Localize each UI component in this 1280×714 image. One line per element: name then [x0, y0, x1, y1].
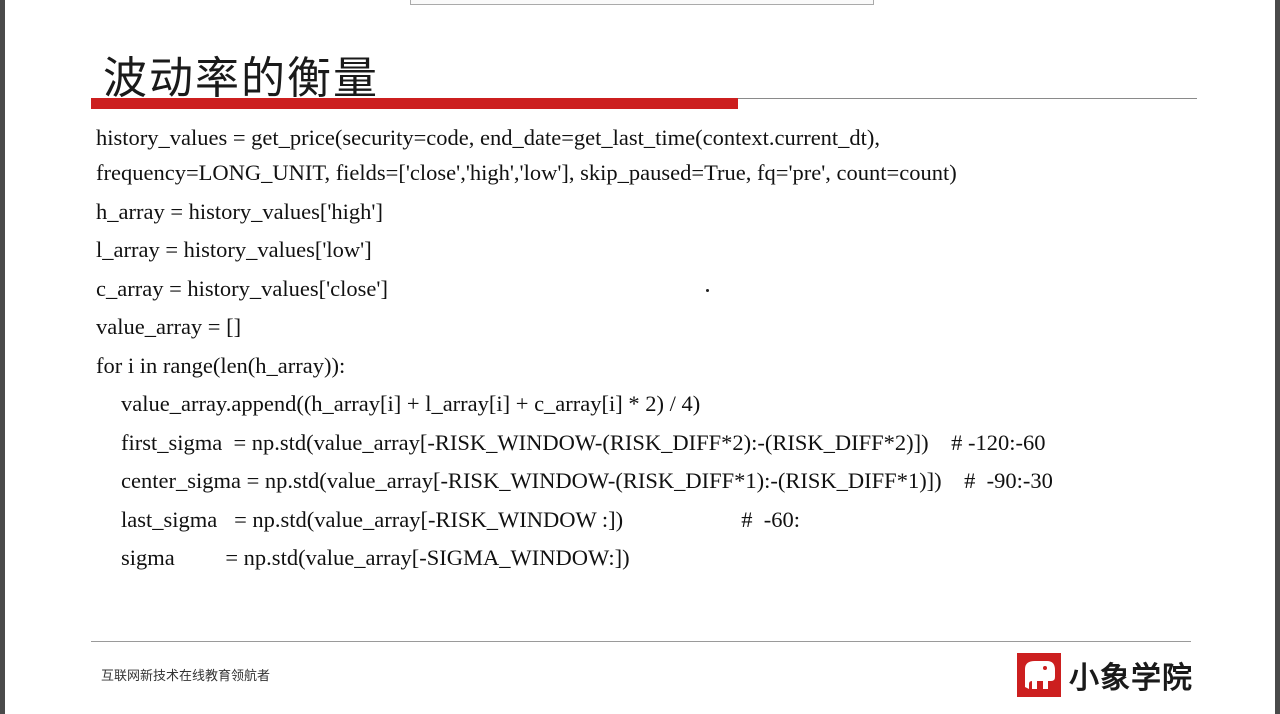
code-line: history_values = get_price(security=code…	[96, 125, 881, 150]
window-border-right	[1275, 0, 1280, 714]
slide-title: 波动率的衡量	[103, 53, 379, 104]
code-line: for i in range(len(h_array)):	[96, 352, 346, 378]
code-line: center_sigma = np.std(value_array[-RISK_…	[121, 468, 1053, 493]
code-line: first_sigma = np.std(value_array[-RISK_W…	[121, 429, 1046, 455]
code-line: h_array = history_values['high']	[96, 198, 383, 224]
footer-divider	[91, 641, 1191, 642]
code-line: c_array = history_values['close']	[96, 275, 388, 301]
code-line: sigma = np.std(value_array[-SIGMA_WINDOW…	[121, 545, 630, 570]
code-line: frequency=LONG_UNIT, fields=['close','hi…	[96, 160, 957, 185]
code-line: value_array = []	[96, 314, 242, 339]
code-line: value_array.append((h_array[i] + l_array…	[121, 391, 701, 416]
top-placeholder-box	[410, 0, 874, 5]
title-accent-bar	[91, 98, 738, 109]
title-divider	[738, 98, 1197, 99]
stray-dot	[706, 289, 709, 292]
elephant-logo-icon	[1017, 652, 1061, 697]
window-border-left	[0, 0, 5, 714]
code-line: last_sigma = np.std(value_array[-RISK_WI…	[121, 506, 801, 532]
code-block: history_values = get_price(security=code…	[96, 122, 1196, 578]
brand-logo: 小象学院	[1017, 652, 1193, 697]
code-line: l_array = history_values['low']	[96, 237, 372, 262]
footer-tagline: 互联网新技术在线教育领航者	[101, 669, 271, 684]
logo-wordmark: 小象学院	[1069, 660, 1193, 696]
